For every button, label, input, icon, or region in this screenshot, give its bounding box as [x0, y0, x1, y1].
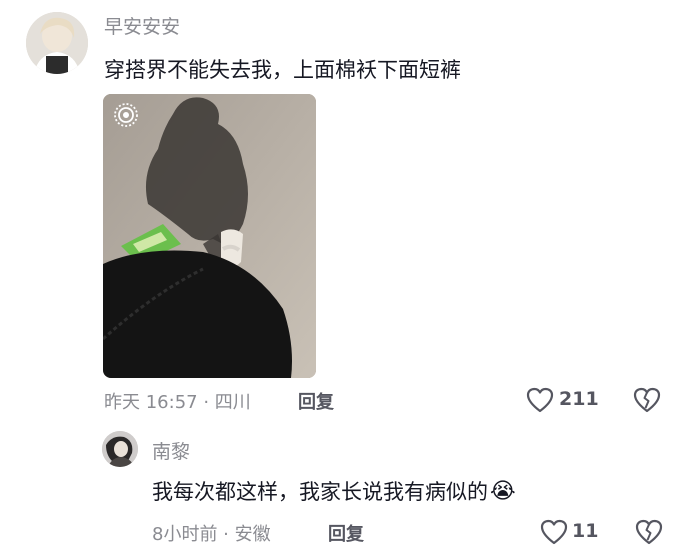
broken-heart-icon[interactable]: [632, 386, 662, 414]
avatar-image: [26, 12, 88, 74]
comment-username[interactable]: 早安安安: [104, 12, 180, 39]
reply-meta: 8小时前 · 安徽: [152, 524, 271, 545]
live-photo-icon[interactable]: [113, 102, 139, 132]
reply-like-count: 11: [572, 520, 599, 542]
reply-button[interactable]: 回复: [298, 388, 334, 414]
reply-heart-icon[interactable]: [539, 518, 569, 546]
reply-avatar[interactable]: [102, 431, 138, 467]
photo-image: [103, 94, 316, 378]
reply-reply-button[interactable]: 回复: [328, 520, 364, 546]
comment-meta: 昨天 16:57 · 四川: [104, 392, 251, 413]
comment-text: 穿搭界不能失去我，上面棉袄下面短裤: [104, 58, 461, 82]
crying-emoji: 😭: [490, 478, 516, 504]
avatar[interactable]: [26, 12, 88, 74]
reply-text-row: 我每次都这样，我家长说我有病似的 😭: [152, 476, 516, 506]
comment-photo[interactable]: [103, 94, 316, 378]
like-count: 211: [559, 388, 599, 410]
heart-icon[interactable]: [525, 386, 555, 414]
reply-broken-heart-icon[interactable]: [634, 518, 664, 546]
reply-username[interactable]: 南黎: [152, 437, 190, 464]
reply-avatar-image: [102, 431, 138, 467]
reply-text: 我每次都这样，我家长说我有病似的: [152, 480, 488, 504]
